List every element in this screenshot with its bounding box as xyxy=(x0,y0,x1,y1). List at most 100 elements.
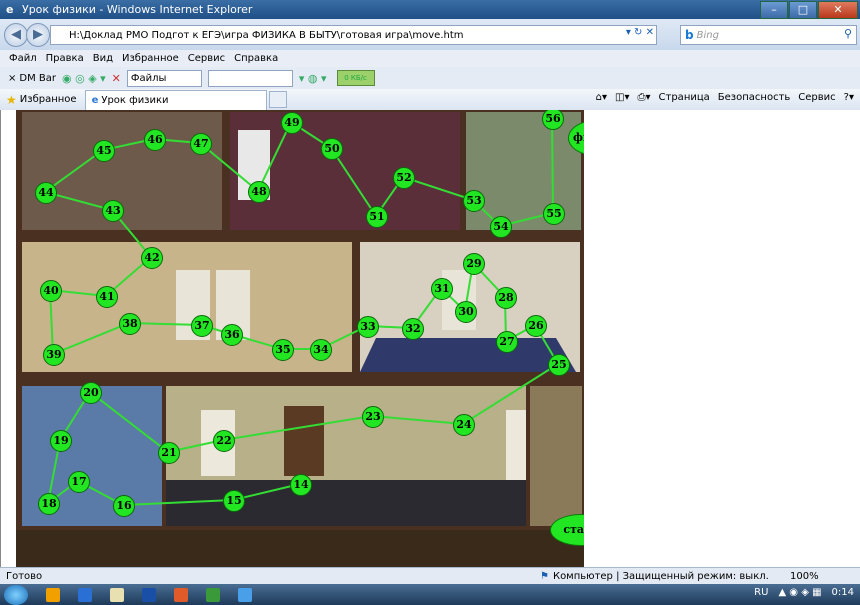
back-button[interactable]: ◀ xyxy=(4,23,28,47)
zoom-level[interactable]: 100% xyxy=(790,571,819,582)
route-marker[interactable]: 29 xyxy=(463,253,485,275)
route-marker[interactable]: 37 xyxy=(191,315,213,337)
route-marker[interactable]: 33 xyxy=(357,316,379,338)
route-marker[interactable]: 50 xyxy=(321,138,343,160)
route-marker[interactable]: 41 xyxy=(96,286,118,308)
menu-bar: Файл Правка Вид Избранное Сервис Справка xyxy=(0,50,860,67)
address-row: ◀ ▶ H:\Доклад РМО Подгот к ЕГЭ\игра ФИЗИ… xyxy=(0,19,860,50)
search-placeholder: Bing xyxy=(696,29,719,41)
tools-menu[interactable]: Сервис xyxy=(798,92,835,103)
print-icon[interactable]: ⎙▾ xyxy=(638,92,651,103)
search-input[interactable]: b Bing ⚲ xyxy=(680,25,857,45)
favorites-button[interactable]: ★ Избранное xyxy=(6,93,77,107)
route-marker[interactable]: 19 xyxy=(50,430,72,452)
route-marker[interactable]: 44 xyxy=(35,182,57,204)
taskbar: RU ▲ ◉ ◈ ▦ 0:14 xyxy=(0,584,860,605)
route-marker[interactable]: 43 xyxy=(102,200,124,222)
route-marker[interactable]: 51 xyxy=(366,206,388,228)
window-controls: – □ ✕ xyxy=(760,1,858,19)
route-marker[interactable]: 22 xyxy=(213,430,235,452)
maximize-button[interactable]: □ xyxy=(789,1,817,19)
route-marker[interactable]: 46 xyxy=(144,129,166,151)
ie-tab-icon: e xyxy=(91,94,99,106)
route-marker[interactable]: 52 xyxy=(393,167,415,189)
ie-logo-icon: e xyxy=(6,2,14,16)
title-bar: e Урок физики - Windows Internet Explore… xyxy=(0,0,860,19)
safety-menu[interactable]: Безопасность xyxy=(718,92,791,103)
search-icon[interactable]: ⚲ xyxy=(844,27,852,40)
taskbar-app-1[interactable] xyxy=(46,587,60,602)
route-marker[interactable]: 45 xyxy=(93,140,115,162)
route-marker[interactable]: 47 xyxy=(190,133,212,155)
route-marker[interactable]: 15 xyxy=(223,490,245,512)
route-marker[interactable]: 42 xyxy=(141,247,163,269)
files-combo[interactable] xyxy=(207,69,293,87)
clock[interactable]: 0:14 xyxy=(832,587,854,598)
menu-edit[interactable]: Правка xyxy=(46,53,84,64)
forward-button[interactable]: ▶ xyxy=(26,23,50,47)
taskbar-app-2[interactable] xyxy=(78,587,92,602)
taskbar-app-5[interactable] xyxy=(174,587,188,602)
new-tab-button[interactable] xyxy=(268,91,287,108)
page-menu[interactable]: Страница xyxy=(659,92,710,103)
route-marker[interactable]: 26 xyxy=(525,315,547,337)
taskbar-app-3[interactable] xyxy=(110,587,124,602)
tab-lesson[interactable]: e Урок физики xyxy=(84,89,267,110)
route-marker[interactable]: 38 xyxy=(119,313,141,335)
taskbar-app-4[interactable] xyxy=(142,587,156,602)
route-marker[interactable]: 17 xyxy=(68,471,90,493)
route-marker[interactable]: 34 xyxy=(310,339,332,361)
files-dropdown[interactable]: Файлы xyxy=(126,69,202,87)
route-marker[interactable]: 18 xyxy=(38,493,60,515)
menu-help[interactable]: Справка xyxy=(234,53,278,64)
route-marker[interactable]: 39 xyxy=(43,344,65,366)
zone-status: ⚑ Компьютер | Защищенный режим: выкл. xyxy=(540,571,769,582)
route-marker[interactable]: 14 xyxy=(290,474,312,496)
route-marker[interactable]: 55 xyxy=(543,203,565,225)
close-button[interactable]: ✕ xyxy=(818,1,858,19)
route-marker[interactable]: 27 xyxy=(496,331,518,353)
home-icon[interactable]: ⌂▾ xyxy=(596,92,607,103)
route-marker[interactable]: 31 xyxy=(431,278,453,300)
close-toolbar-icon[interactable]: × xyxy=(8,73,16,84)
address-bar[interactable]: H:\Доклад РМО Подгот к ЕГЭ\игра ФИЗИКА В… xyxy=(50,25,657,45)
taskbar-app-6[interactable] xyxy=(206,587,220,602)
route-marker[interactable]: 32 xyxy=(402,318,424,340)
toolbar-icons[interactable]: ◉ ◎ ◈ ▾ xyxy=(62,72,106,85)
toolbar-row: × DM Bar ◉ ◎ ◈ ▾ ✕ Файлы ▾ ◍ ▾ 0 КБ/с xyxy=(0,67,860,90)
dmbar-label[interactable]: DM Bar xyxy=(19,73,56,84)
route-marker[interactable]: 25 xyxy=(548,354,570,376)
speed-indicator: 0 КБ/с xyxy=(336,70,375,86)
menu-favorites[interactable]: Избранное xyxy=(122,53,179,64)
feeds-icon[interactable]: ◫▾ xyxy=(615,92,629,103)
help-icon[interactable]: ?▾ xyxy=(844,92,854,103)
start-button[interactable] xyxy=(4,584,28,605)
route-marker[interactable]: 28 xyxy=(495,287,517,309)
favorites-row: ★ Избранное e Урок физики ⌂▾ ◫▾ ⎙▾ Страниц… xyxy=(0,89,860,110)
route-marker[interactable]: 48 xyxy=(248,181,270,203)
taskbar-app-7[interactable] xyxy=(238,587,252,602)
route-marker[interactable]: 24 xyxy=(453,414,475,436)
minimize-button[interactable]: – xyxy=(760,1,788,19)
menu-view[interactable]: Вид xyxy=(93,53,113,64)
route-marker[interactable]: 16 xyxy=(113,495,135,517)
route-marker[interactable]: 30 xyxy=(455,301,477,323)
command-bar: ⌂▾ ◫▾ ⎙▾ Страница Безопасность Сервис ?▾ xyxy=(596,92,854,103)
route-marker[interactable]: 40 xyxy=(40,280,62,302)
route-marker[interactable]: 49 xyxy=(281,112,303,134)
route-marker[interactable]: 36 xyxy=(221,324,243,346)
address-url: H:\Доклад РМО Подгот к ЕГЭ\игра ФИЗИКА В… xyxy=(69,29,464,41)
toolbar-icons-2[interactable]: ▾ ◍ ▾ xyxy=(299,72,327,85)
route-marker[interactable]: 54 xyxy=(490,216,512,238)
menu-file[interactable]: Файл xyxy=(9,53,37,64)
route-marker[interactable]: 53 xyxy=(463,190,485,212)
route-marker[interactable]: 23 xyxy=(362,406,384,428)
tray-icons[interactable]: ▲ ◉ ◈ ▦ xyxy=(778,587,821,598)
route-marker[interactable]: 20 xyxy=(80,382,102,404)
route-marker[interactable]: 35 xyxy=(272,339,294,361)
lang-indicator[interactable]: RU xyxy=(754,587,768,598)
refresh-stop-icons[interactable]: ▾ ↻ ✕ xyxy=(626,27,654,38)
route-marker[interactable]: 21 xyxy=(158,442,180,464)
cancel-icon[interactable]: ✕ xyxy=(112,72,121,85)
menu-tools[interactable]: Сервис xyxy=(188,53,225,64)
